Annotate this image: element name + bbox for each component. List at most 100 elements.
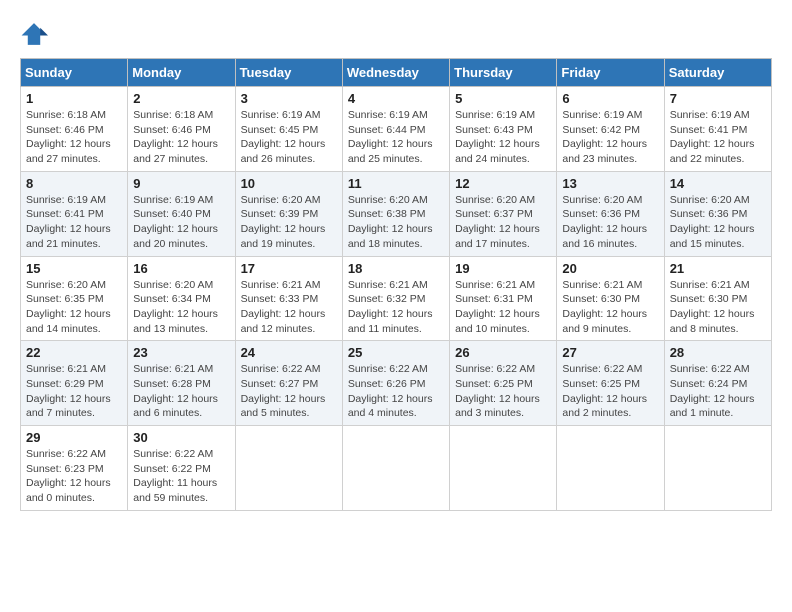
day-number: 19 <box>455 261 551 276</box>
calendar-cell <box>235 426 342 511</box>
day-info: Sunrise: 6:21 AMSunset: 6:28 PMDaylight:… <box>133 362 229 421</box>
day-number: 5 <box>455 91 551 106</box>
day-info: Sunrise: 6:21 AMSunset: 6:33 PMDaylight:… <box>241 278 337 337</box>
day-info: Sunrise: 6:22 AMSunset: 6:27 PMDaylight:… <box>241 362 337 421</box>
day-info: Sunrise: 6:20 AMSunset: 6:37 PMDaylight:… <box>455 193 551 252</box>
day-info: Sunrise: 6:21 AMSunset: 6:30 PMDaylight:… <box>562 278 658 337</box>
day-info: Sunrise: 6:22 AMSunset: 6:24 PMDaylight:… <box>670 362 766 421</box>
day-number: 14 <box>670 176 766 191</box>
day-info: Sunrise: 6:18 AMSunset: 6:46 PMDaylight:… <box>26 108 122 167</box>
day-info: Sunrise: 6:22 AMSunset: 6:26 PMDaylight:… <box>348 362 444 421</box>
calendar-cell: 17Sunrise: 6:21 AMSunset: 6:33 PMDayligh… <box>235 256 342 341</box>
day-info: Sunrise: 6:19 AMSunset: 6:45 PMDaylight:… <box>241 108 337 167</box>
header-day-wednesday: Wednesday <box>342 59 449 87</box>
day-number: 25 <box>348 345 444 360</box>
calendar-body: 1 Sunrise: 6:18 AMSunset: 6:46 PMDaylight… <box>21 87 772 511</box>
calendar-cell: 4 Sunrise: 6:19 AMSunset: 6:44 PMDaylight… <box>342 87 449 172</box>
calendar-cell: 3Sunrise: 6:19 AMSunset: 6:45 PMDaylight… <box>235 87 342 172</box>
calendar-cell <box>342 426 449 511</box>
day-number: 7 <box>670 91 766 106</box>
calendar-cell: 19 Sunrise: 6:21 AMSunset: 6:31 PMDayligh… <box>450 256 557 341</box>
day-number: 26 <box>455 345 551 360</box>
day-number: 28 <box>670 345 766 360</box>
day-number: 4 <box>348 91 444 106</box>
calendar-cell: 9 Sunrise: 6:19 AMSunset: 6:40 PMDaylight… <box>128 171 235 256</box>
calendar-cell: 30 Sunrise: 6:22 AMSunset: 6:22 PMDayligh… <box>128 426 235 511</box>
calendar-cell: 20 Sunrise: 6:21 AMSunset: 6:30 PMDayligh… <box>557 256 664 341</box>
day-number: 23 <box>133 345 229 360</box>
day-info: Sunrise: 6:21 AMSunset: 6:31 PMDaylight:… <box>455 278 551 337</box>
week-row-1: 1 Sunrise: 6:18 AMSunset: 6:46 PMDaylight… <box>21 87 772 172</box>
day-number: 21 <box>670 261 766 276</box>
day-number: 30 <box>133 430 229 445</box>
header-day-thursday: Thursday <box>450 59 557 87</box>
week-row-5: 29 Sunrise: 6:22 AMSunset: 6:23 PMDayligh… <box>21 426 772 511</box>
day-number: 16 <box>133 261 229 276</box>
calendar-table: SundayMondayTuesdayWednesdayThursdayFrid… <box>20 58 772 511</box>
calendar-cell: 18Sunrise: 6:21 AMSunset: 6:32 PMDayligh… <box>342 256 449 341</box>
calendar-cell: 8 Sunrise: 6:19 AMSunset: 6:41 PMDaylight… <box>21 171 128 256</box>
week-row-2: 8 Sunrise: 6:19 AMSunset: 6:41 PMDaylight… <box>21 171 772 256</box>
header-day-saturday: Saturday <box>664 59 771 87</box>
calendar-cell: 24 Sunrise: 6:22 AMSunset: 6:27 PMDayligh… <box>235 341 342 426</box>
day-info: Sunrise: 6:20 AMSunset: 6:35 PMDaylight:… <box>26 278 122 337</box>
day-number: 13 <box>562 176 658 191</box>
calendar-cell: 14 Sunrise: 6:20 AMSunset: 6:36 PMDayligh… <box>664 171 771 256</box>
day-number: 1 <box>26 91 122 106</box>
day-info: Sunrise: 6:21 AMSunset: 6:29 PMDaylight:… <box>26 362 122 421</box>
day-info: Sunrise: 6:19 AMSunset: 6:41 PMDaylight:… <box>670 108 766 167</box>
day-info: Sunrise: 6:20 AMSunset: 6:36 PMDaylight:… <box>562 193 658 252</box>
day-number: 6 <box>562 91 658 106</box>
header <box>20 20 772 48</box>
day-number: 18 <box>348 261 444 276</box>
day-info: Sunrise: 6:18 AMSunset: 6:46 PMDaylight:… <box>133 108 229 167</box>
calendar-cell: 28 Sunrise: 6:22 AMSunset: 6:24 PMDayligh… <box>664 341 771 426</box>
calendar-cell: 29 Sunrise: 6:22 AMSunset: 6:23 PMDayligh… <box>21 426 128 511</box>
calendar-cell: 10 Sunrise: 6:20 AMSunset: 6:39 PMDayligh… <box>235 171 342 256</box>
day-number: 22 <box>26 345 122 360</box>
day-number: 2 <box>133 91 229 106</box>
header-day-friday: Friday <box>557 59 664 87</box>
day-number: 8 <box>26 176 122 191</box>
day-number: 15 <box>26 261 122 276</box>
calendar-cell: 23 Sunrise: 6:21 AMSunset: 6:28 PMDayligh… <box>128 341 235 426</box>
calendar-cell: 16 Sunrise: 6:20 AMSunset: 6:34 PMDayligh… <box>128 256 235 341</box>
calendar-cell: 22 Sunrise: 6:21 AMSunset: 6:29 PMDayligh… <box>21 341 128 426</box>
day-info: Sunrise: 6:20 AMSunset: 6:36 PMDaylight:… <box>670 193 766 252</box>
logo-icon <box>20 20 48 48</box>
week-row-3: 15 Sunrise: 6:20 AMSunset: 6:35 PMDayligh… <box>21 256 772 341</box>
day-number: 27 <box>562 345 658 360</box>
day-info: Sunrise: 6:21 AMSunset: 6:30 PMDaylight:… <box>670 278 766 337</box>
day-info: Sunrise: 6:20 AMSunset: 6:34 PMDaylight:… <box>133 278 229 337</box>
calendar-cell <box>664 426 771 511</box>
calendar-cell <box>450 426 557 511</box>
day-number: 11 <box>348 176 444 191</box>
day-info: Sunrise: 6:20 AMSunset: 6:38 PMDaylight:… <box>348 193 444 252</box>
day-info: Sunrise: 6:19 AMSunset: 6:42 PMDaylight:… <box>562 108 658 167</box>
week-row-4: 22 Sunrise: 6:21 AMSunset: 6:29 PMDayligh… <box>21 341 772 426</box>
day-info: Sunrise: 6:22 AMSunset: 6:25 PMDaylight:… <box>455 362 551 421</box>
header-day-sunday: Sunday <box>21 59 128 87</box>
calendar-cell: 13 Sunrise: 6:20 AMSunset: 6:36 PMDayligh… <box>557 171 664 256</box>
calendar-cell: 7 Sunrise: 6:19 AMSunset: 6:41 PMDaylight… <box>664 87 771 172</box>
day-number: 12 <box>455 176 551 191</box>
day-number: 9 <box>133 176 229 191</box>
day-number: 29 <box>26 430 122 445</box>
calendar-cell: 15 Sunrise: 6:20 AMSunset: 6:35 PMDayligh… <box>21 256 128 341</box>
calendar-cell: 25 Sunrise: 6:22 AMSunset: 6:26 PMDayligh… <box>342 341 449 426</box>
day-info: Sunrise: 6:20 AMSunset: 6:39 PMDaylight:… <box>241 193 337 252</box>
day-info: Sunrise: 6:19 AMSunset: 6:44 PMDaylight:… <box>348 108 444 167</box>
day-number: 24 <box>241 345 337 360</box>
day-info: Sunrise: 6:19 AMSunset: 6:41 PMDaylight:… <box>26 193 122 252</box>
day-info: Sunrise: 6:22 AMSunset: 6:22 PMDaylight:… <box>133 447 229 506</box>
header-day-tuesday: Tuesday <box>235 59 342 87</box>
calendar-cell: 27 Sunrise: 6:22 AMSunset: 6:25 PMDayligh… <box>557 341 664 426</box>
calendar-cell: 2 Sunrise: 6:18 AMSunset: 6:46 PMDaylight… <box>128 87 235 172</box>
day-info: Sunrise: 6:22 AMSunset: 6:23 PMDaylight:… <box>26 447 122 506</box>
calendar-cell: 26 Sunrise: 6:22 AMSunset: 6:25 PMDayligh… <box>450 341 557 426</box>
day-number: 10 <box>241 176 337 191</box>
day-info: Sunrise: 6:19 AMSunset: 6:40 PMDaylight:… <box>133 193 229 252</box>
day-number: 20 <box>562 261 658 276</box>
calendar-cell <box>557 426 664 511</box>
day-info: Sunrise: 6:22 AMSunset: 6:25 PMDaylight:… <box>562 362 658 421</box>
